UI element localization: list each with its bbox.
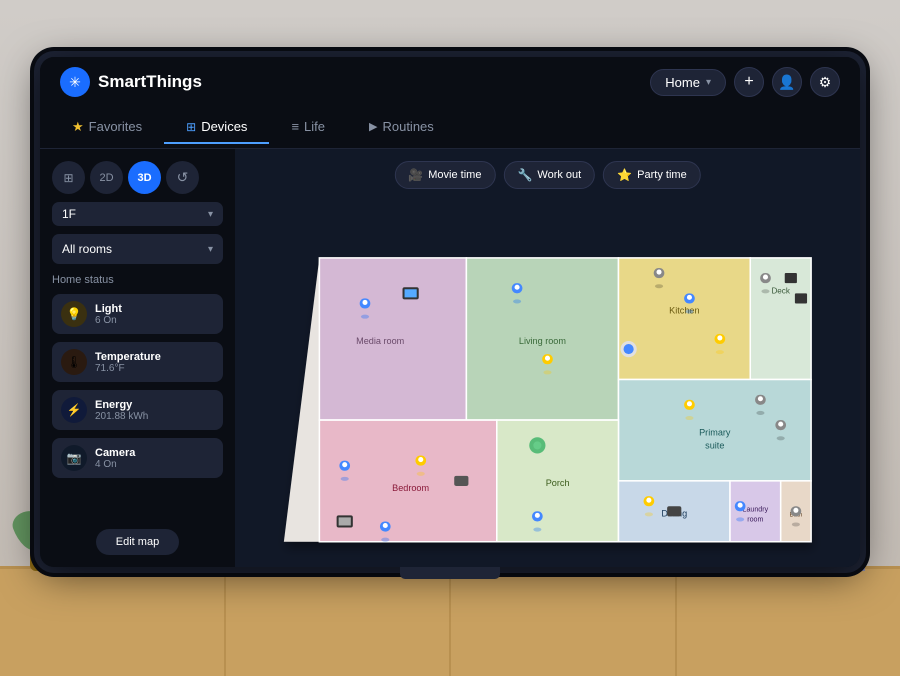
tab-favorites[interactable]: ★ Favorites — [50, 111, 164, 145]
home-selector-dropdown-icon: ▾ — [706, 77, 711, 88]
nav-tabs: ★ Favorites ⊞ Devices ≡ Life ▶ Routines — [40, 107, 860, 149]
workout-btn[interactable]: 🔧 Work out — [503, 161, 595, 189]
edit-map-button[interactable]: Edit map — [96, 529, 179, 555]
status-item-temperature[interactable]: 🌡 Temperature 71.6°F — [52, 342, 223, 382]
energy-label: Energy — [95, 399, 148, 411]
light-value: 6 On — [95, 315, 122, 326]
status-item-energy[interactable]: ⚡ Energy 201.88 kWh — [52, 390, 223, 430]
grid-view-btn[interactable]: ⊞ — [52, 161, 85, 194]
room-selector[interactable]: All rooms ▾ — [52, 234, 223, 264]
svg-text:Laundry: Laundry — [743, 505, 769, 513]
top-bar: ✳ SmartThings Home ▾ + 👤 ⚙ — [40, 57, 860, 107]
svg-text:Kitchen: Kitchen — [669, 306, 699, 316]
floor-selector[interactable]: 1F ▾ — [52, 202, 223, 226]
room-dropdown-icon: ▾ — [208, 244, 213, 255]
svg-text:room: room — [747, 515, 763, 523]
life-icon: ≡ — [291, 119, 299, 134]
tab-life[interactable]: ≡ Life — [269, 111, 347, 144]
2d-view-btn[interactable]: 2D — [90, 161, 123, 194]
logo-area: ✳ SmartThings — [60, 67, 202, 97]
temperature-label: Temperature — [95, 351, 161, 363]
history-view-btn[interactable]: ↺ — [166, 161, 199, 194]
scene-buttons: 🎥 Movie time 🔧 Work out ⭐ Party time — [394, 161, 700, 189]
floorplan-svg: Media room Living room Kitchen Deck Prim… — [240, 197, 855, 562]
party-time-btn[interactable]: ⭐ Party time — [603, 161, 700, 189]
devices-icon: ⊞ — [186, 120, 196, 134]
floor-value: 1F — [62, 207, 76, 221]
floorplan: Media room Living room Kitchen Deck Prim… — [240, 197, 855, 562]
svg-text:Media room: Media room — [356, 336, 404, 346]
light-icon: 💡 — [61, 301, 87, 327]
temperature-info: Temperature 71.6°F — [95, 351, 161, 374]
smartthings-logo-icon: ✳ — [60, 67, 90, 97]
temperature-icon: 🌡 — [61, 349, 87, 375]
svg-text:Deck: Deck — [771, 286, 790, 295]
party-icon: ⭐ — [617, 168, 632, 182]
svg-text:Living room: Living room — [519, 336, 566, 346]
svg-text:Primary: Primary — [699, 427, 731, 437]
favorites-icon: ★ — [72, 119, 84, 135]
status-item-light[interactable]: 💡 Light 6 On — [52, 294, 223, 334]
camera-label: Camera — [95, 447, 135, 459]
light-info: Light 6 On — [95, 303, 122, 326]
energy-value: 201.88 kWh — [95, 411, 148, 422]
svg-text:suite: suite — [705, 440, 724, 450]
app-name: SmartThings — [98, 72, 202, 92]
camera-value: 4 On — [95, 459, 135, 470]
top-right-controls: Home ▾ + 👤 ⚙ — [650, 67, 840, 97]
energy-info: Energy 201.88 kWh — [95, 399, 148, 422]
temperature-value: 71.6°F — [95, 363, 161, 374]
add-button[interactable]: + — [734, 67, 764, 97]
map-area: 🎥 Movie time 🔧 Work out ⭐ Party time — [235, 149, 860, 567]
svg-text:Porch: Porch — [546, 478, 570, 488]
floor-dropdown-icon: ▾ — [208, 209, 213, 220]
profile-button[interactable]: 👤 — [772, 67, 802, 97]
movie-time-btn[interactable]: 🎥 Movie time — [394, 161, 495, 189]
home-selector-label: Home — [665, 75, 700, 90]
home-status-title: Home status — [52, 274, 223, 286]
workout-icon: 🔧 — [517, 168, 532, 182]
tab-devices[interactable]: ⊞ Devices — [164, 111, 269, 144]
main-content: ⊞ 2D 3D ↺ 1F ▾ All rooms ▾ Home status — [40, 149, 860, 567]
tv-stand — [400, 567, 500, 579]
tab-routines[interactable]: ▶ Routines — [347, 111, 456, 144]
tv-frame: ✳ SmartThings Home ▾ + 👤 ⚙ ★ Favorites — [40, 57, 860, 567]
energy-icon: ⚡ — [61, 397, 87, 423]
light-label: Light — [95, 303, 122, 315]
sidebar: ⊞ 2D 3D ↺ 1F ▾ All rooms ▾ Home status — [40, 149, 235, 567]
movie-icon: 🎥 — [408, 168, 423, 182]
routines-icon: ▶ — [369, 120, 377, 133]
3d-view-btn[interactable]: 3D — [128, 161, 161, 194]
room-value: All rooms — [62, 242, 112, 256]
camera-info: Camera 4 On — [95, 447, 135, 470]
view-controls: ⊞ 2D 3D ↺ — [52, 161, 223, 194]
status-item-camera[interactable]: 📷 Camera 4 On — [52, 438, 223, 478]
svg-text:Bedroom: Bedroom — [392, 483, 429, 493]
home-selector[interactable]: Home ▾ — [650, 69, 726, 96]
camera-icon: 📷 — [61, 445, 87, 471]
settings-button[interactable]: ⚙ — [810, 67, 840, 97]
